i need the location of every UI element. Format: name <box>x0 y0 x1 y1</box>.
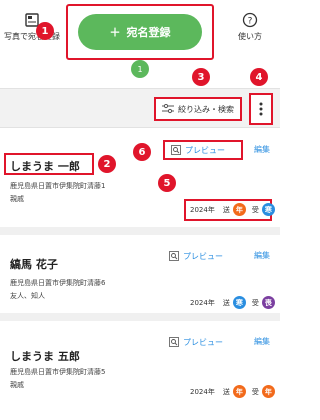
edit-link[interactable]: 編集 <box>254 250 270 261</box>
received-label: 受 <box>251 298 259 307</box>
magnifier-icon <box>169 251 179 261</box>
recipient-name: しまうま 五郎 <box>10 350 80 363</box>
recipient-name: 縞馬 花子 <box>10 258 58 271</box>
preview-button[interactable]: プレビュー <box>163 140 243 160</box>
more-menu-button[interactable] <box>249 93 273 125</box>
svg-text:?: ? <box>248 17 253 27</box>
preview-button[interactable]: プレビュー <box>163 246 243 266</box>
edit-link[interactable]: 編集 <box>254 144 270 155</box>
received-label: 受 <box>251 205 259 214</box>
recipient-address: 鹿児島県日置市伊集院町清藤1 <box>10 182 106 190</box>
top-bar: 写真で宛名登録 ＋ 宛名登録 1 ? 使い方 <box>0 0 280 84</box>
sent-stamp: 寒 <box>232 296 246 309</box>
register-highlight-box: ＋ 宛名登録 <box>66 4 214 60</box>
question-icon: ? <box>242 12 258 28</box>
sent-label: 送 <box>222 205 230 214</box>
card-status-row: 2024年 送 年 受 寒 <box>190 203 275 216</box>
address-card[interactable]: プレビュー 編集 縞馬 花子 鹿児島県日置市伊集院町清藤6 友人、知人 2024… <box>0 235 280 321</box>
edit-link[interactable]: 編集 <box>254 336 270 347</box>
help-button[interactable]: ? 使い方 <box>220 12 280 42</box>
address-card[interactable]: プレビュー 編集 しまうま 五郎 鹿児島県日置市伊集院町清藤5 親戚 2024年… <box>0 321 280 420</box>
status-year: 2024年 <box>190 298 215 307</box>
recipient-address: 鹿児島県日置市伊集院町清藤6 <box>10 279 106 287</box>
recipient-name: しまうま 一郎 <box>10 160 80 173</box>
preview-button[interactable]: プレビュー <box>163 332 243 352</box>
magnifier-icon <box>171 145 181 155</box>
received-label: 受 <box>251 387 259 396</box>
plus-icon: ＋ <box>109 26 121 39</box>
register-address-button[interactable]: ＋ 宛名登録 <box>78 14 202 50</box>
sent-label: 送 <box>222 387 230 396</box>
callout-1: 1 <box>36 22 54 40</box>
recipient-relation: 親戚 <box>10 195 24 203</box>
recipient-relation: 親戚 <box>10 381 24 389</box>
magnifier-icon <box>169 337 179 347</box>
callout-2: 2 <box>98 155 116 173</box>
received-stamp: 年 <box>261 385 275 398</box>
filter-bar: 絞り込み・検索 <box>0 88 280 128</box>
help-label: 使い方 <box>238 32 262 41</box>
sent-label: 送 <box>222 298 230 307</box>
sent-stamp: 年 <box>232 385 246 398</box>
status-year: 2024年 <box>190 205 215 214</box>
received-stamp: 喪 <box>261 296 275 309</box>
callout-4: 4 <box>250 68 268 86</box>
card-status-row: 2024年 送 年 受 年 <box>190 385 275 398</box>
recipient-address: 鹿児島県日置市伊集院町清藤5 <box>10 368 106 376</box>
filter-search-button[interactable]: 絞り込み・検索 <box>154 97 242 121</box>
recipient-relation: 友人、知人 <box>10 292 45 300</box>
more-vertical-icon <box>259 102 263 116</box>
register-address-label: 宛名登録 <box>126 26 171 39</box>
preview-label: プレビュー <box>183 337 223 347</box>
callout-5: 5 <box>158 174 176 192</box>
preview-label: プレビュー <box>183 251 223 261</box>
sliders-icon <box>162 104 174 114</box>
preview-label: プレビュー <box>185 145 225 155</box>
filter-search-label: 絞り込み・検索 <box>178 104 234 114</box>
address-count-badge: 1 <box>131 60 149 78</box>
status-year: 2024年 <box>190 387 215 396</box>
card-status-row: 2024年 送 寒 受 喪 <box>190 296 275 309</box>
callout-3: 3 <box>192 68 210 86</box>
sent-stamp: 年 <box>232 203 246 216</box>
received-stamp: 寒 <box>261 203 275 216</box>
callout-6: 6 <box>133 143 151 161</box>
